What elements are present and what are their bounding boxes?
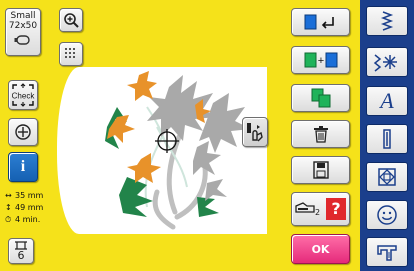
color-count: 6 [17,249,25,262]
rotate-icon [303,13,339,31]
color-info-button[interactable] [242,117,268,147]
embroidery-design [105,71,251,230]
hoop-icon [14,34,32,46]
save-button[interactable] [291,156,350,184]
help-page-number: 2 [314,208,321,217]
mode-stitches-button[interactable] [366,6,408,36]
zoom-in-icon [63,12,79,28]
check-size-button[interactable]: Check [8,80,38,110]
info-button[interactable]: i [8,152,38,182]
grid-button[interactable] [59,42,83,66]
mode-text-button[interactable]: A [366,86,408,116]
embroidery-machine-icon [375,242,399,262]
group-button[interactable] [291,84,350,112]
mode-decorative-button[interactable] [366,47,408,77]
duplicate-icon: + [303,51,339,69]
quilt-icon [377,167,397,187]
help-question-icon: ? [326,198,347,220]
help-page-button[interactable]: 2 ? [291,192,350,226]
delete-button[interactable] [291,120,350,148]
color-info-icon [245,121,265,143]
center-design-button[interactable] [8,118,38,146]
group-icon [310,88,332,108]
smiley-icon [376,204,398,226]
embroidery-canvas[interactable] [57,67,267,234]
hoop-size: 72x50 [8,21,38,31]
stitch-time: ⏱ 4 min. [5,215,41,224]
buttonhole-icon [382,128,392,150]
manual-icon: 2 [295,201,320,217]
clock-icon: ⏱ [5,215,12,224]
text-mode-label: A [380,88,394,113]
hoop-name: Small [10,11,36,21]
svg-text:+: + [317,55,323,67]
rotate-button[interactable] [291,8,350,36]
check-icon: Check [12,83,36,107]
zigzag-stitch-icon [380,10,394,32]
duplicate-button[interactable]: + [291,46,350,74]
info-icon: i [20,158,26,175]
zoom-button[interactable] [59,8,83,32]
mode-quilt-button[interactable] [366,162,408,192]
hoop-select-button[interactable]: Small 72x50 [5,8,41,56]
width-arrows-icon: ↔ [5,191,12,200]
color-count-button[interactable]: 6 [8,238,34,264]
mode-embroidery-button[interactable] [366,237,408,267]
embroidery-edit-screen: Small 72x50 Check i ↔ 35 mm ↕ 49 mm ⏱ 4 … [0,0,414,271]
design-width: ↔ 35 mm [5,191,44,200]
ok-button[interactable]: OK [291,234,350,264]
trash-icon [313,125,329,143]
save-icon [312,161,329,179]
mode-personal-button[interactable] [366,200,408,230]
check-label: Check [12,92,36,101]
decorative-stitch-icon [372,51,402,73]
crosshair-icon [14,123,32,141]
height-arrows-icon: ↕ [5,203,12,212]
design-height: ↕ 49 mm [5,203,44,212]
grid-icon [64,47,78,61]
mode-buttonhole-button[interactable] [366,124,408,154]
